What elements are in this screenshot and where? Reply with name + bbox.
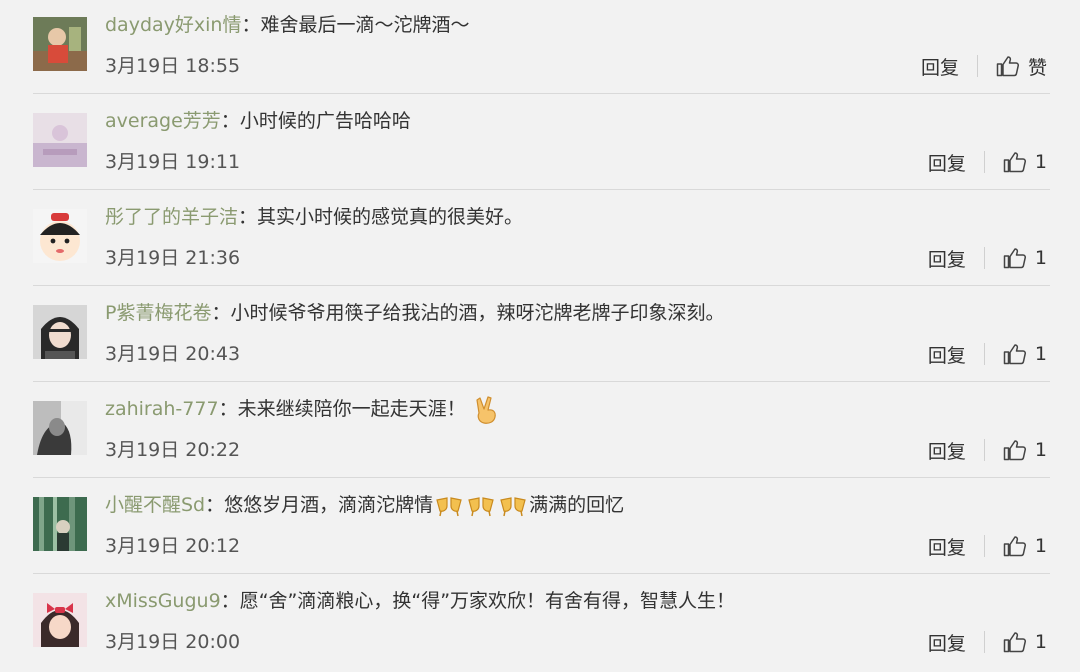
colon-separator: ： [205,494,225,516]
comment-date: 3月19日 20:00 [105,631,241,653]
row-divider [33,189,1050,190]
like-label: 赞 [1027,56,1047,79]
thumbs-up-icon [996,56,1019,77]
comment-date: 3月19日 19:11 [105,151,241,173]
thumbs-up-icon [1003,536,1026,557]
user-avatar[interactable] [33,17,87,71]
action-divider [983,631,985,653]
reply-button[interactable]: 回复 [921,53,959,80]
like-button[interactable]: 赞 [996,53,1047,80]
thumbs-up-icon [1003,632,1026,653]
comment-item: P紫菁梅花卷：小时候爷爷用筷子给我沾的酒，辣呀沱牌老牌子印象深刻。 3月19日 … [0,288,1080,384]
comment-item: xMissGugu9：愿“舍”滴滴粮心，换“得”万家欢欣！有舍有得，智慧人生！ … [0,576,1080,672]
comment-text: 愿“舍”滴滴粮心，换“得”万家欢欣！有舍有得，智慧人生！ [239,590,736,612]
reply-button[interactable]: 回复 [928,629,966,656]
row-divider [33,285,1050,286]
colon-separator: ： [218,398,238,420]
comment-item: 小醒不醒Sd：悠悠岁月酒，滴滴沱牌情 满满的回忆 3月19日 20:12 回复 1 [0,480,1080,576]
action-divider [983,439,985,461]
like-button[interactable]: 1 [1003,247,1047,269]
cheers-emoji [436,496,462,516]
comment-date: 3月19日 20:12 [105,535,241,557]
reply-button[interactable]: 回复 [928,437,966,464]
comment-text: 难舍最后一滴～沱牌酒～ [260,14,470,36]
user-avatar[interactable] [33,593,87,647]
row-divider [33,381,1050,382]
username-link[interactable]: 小醒不醒Sd [105,494,205,516]
row-divider [33,573,1050,574]
reply-button[interactable]: 回复 [928,149,966,176]
comment-item: zahirah-777：未来继续陪你一起走天涯！ 3月19日 20:22 回复 … [0,384,1080,480]
action-divider [983,247,985,269]
thumbs-up-icon [1003,152,1026,173]
reply-button[interactable]: 回复 [928,245,966,272]
colon-separator: ： [220,110,240,132]
username-link[interactable]: zahirah-777 [105,398,219,420]
cheers-emoji [468,496,494,516]
like-count: 1 [1034,631,1047,653]
thumbs-up-icon [1003,248,1026,269]
like-button[interactable]: 1 [1003,439,1047,461]
username-link[interactable]: P紫菁梅花卷 [105,302,211,324]
username-link[interactable]: xMissGugu9 [105,590,221,612]
comment-list: dayday好xin情：难舍最后一滴～沱牌酒～ 3月19日 18:55 回复 赞… [0,0,1080,672]
colon-separator: ： [241,14,261,36]
like-count: 1 [1034,247,1047,269]
comment-text: 其实小时候的感觉真的很美好。 [257,206,524,228]
username-link[interactable]: average芳芳 [105,110,221,132]
username-link[interactable]: dayday好xin情 [105,14,241,36]
user-avatar[interactable] [33,497,87,551]
like-button[interactable]: 1 [1003,535,1047,557]
user-avatar[interactable] [33,401,87,455]
comment-text-tail: 满满的回忆 [529,494,625,516]
comment-item: 彤了了的羊子洁：其实小时候的感觉真的很美好。 3月19日 21:36 回复 1 [0,192,1080,288]
action-divider [976,55,978,77]
like-count: 1 [1034,535,1047,557]
username-link[interactable]: 彤了了的羊子洁 [105,206,238,228]
comment-date: 3月19日 18:55 [105,55,241,77]
colon-separator: ： [220,590,240,612]
comment-text: 小时候爷爷用筷子给我沾的酒，辣呀沱牌老牌子印象深刻。 [230,302,725,324]
thumbs-up-icon [1003,440,1026,461]
row-divider [33,477,1050,478]
colon-separator: ： [238,206,258,228]
colon-separator: ： [211,302,231,324]
comment-text: 小时候的广告哈哈哈 [239,110,411,132]
row-divider [33,93,1050,94]
victory-hand-emoji [476,395,496,424]
like-count: 1 [1034,439,1047,461]
like-button[interactable]: 1 [1003,631,1047,653]
like-button[interactable]: 1 [1003,151,1047,173]
comment-date: 3月19日 20:43 [105,343,241,365]
action-divider [983,343,985,365]
comment-date: 3月19日 21:36 [105,247,241,269]
comment-text: 未来继续陪你一起走天涯！ [237,398,466,420]
thumbs-up-icon [1003,344,1026,365]
like-button[interactable]: 1 [1003,343,1047,365]
like-count: 1 [1034,151,1047,173]
comment-item: dayday好xin情：难舍最后一滴～沱牌酒～ 3月19日 18:55 回复 赞 [0,0,1080,96]
cheers-emoji [500,496,526,516]
reply-button[interactable]: 回复 [928,341,966,368]
like-count: 1 [1034,343,1047,365]
action-divider [983,151,985,173]
comment-item: average芳芳：小时候的广告哈哈哈 3月19日 19:11 回复 1 [0,96,1080,192]
comment-date: 3月19日 20:22 [105,439,241,461]
user-avatar[interactable] [33,113,87,167]
action-divider [983,535,985,557]
user-avatar[interactable] [33,209,87,263]
user-avatar[interactable] [33,305,87,359]
comment-text: 悠悠岁月酒，滴滴沱牌情 [224,494,434,516]
reply-button[interactable]: 回复 [928,533,966,560]
